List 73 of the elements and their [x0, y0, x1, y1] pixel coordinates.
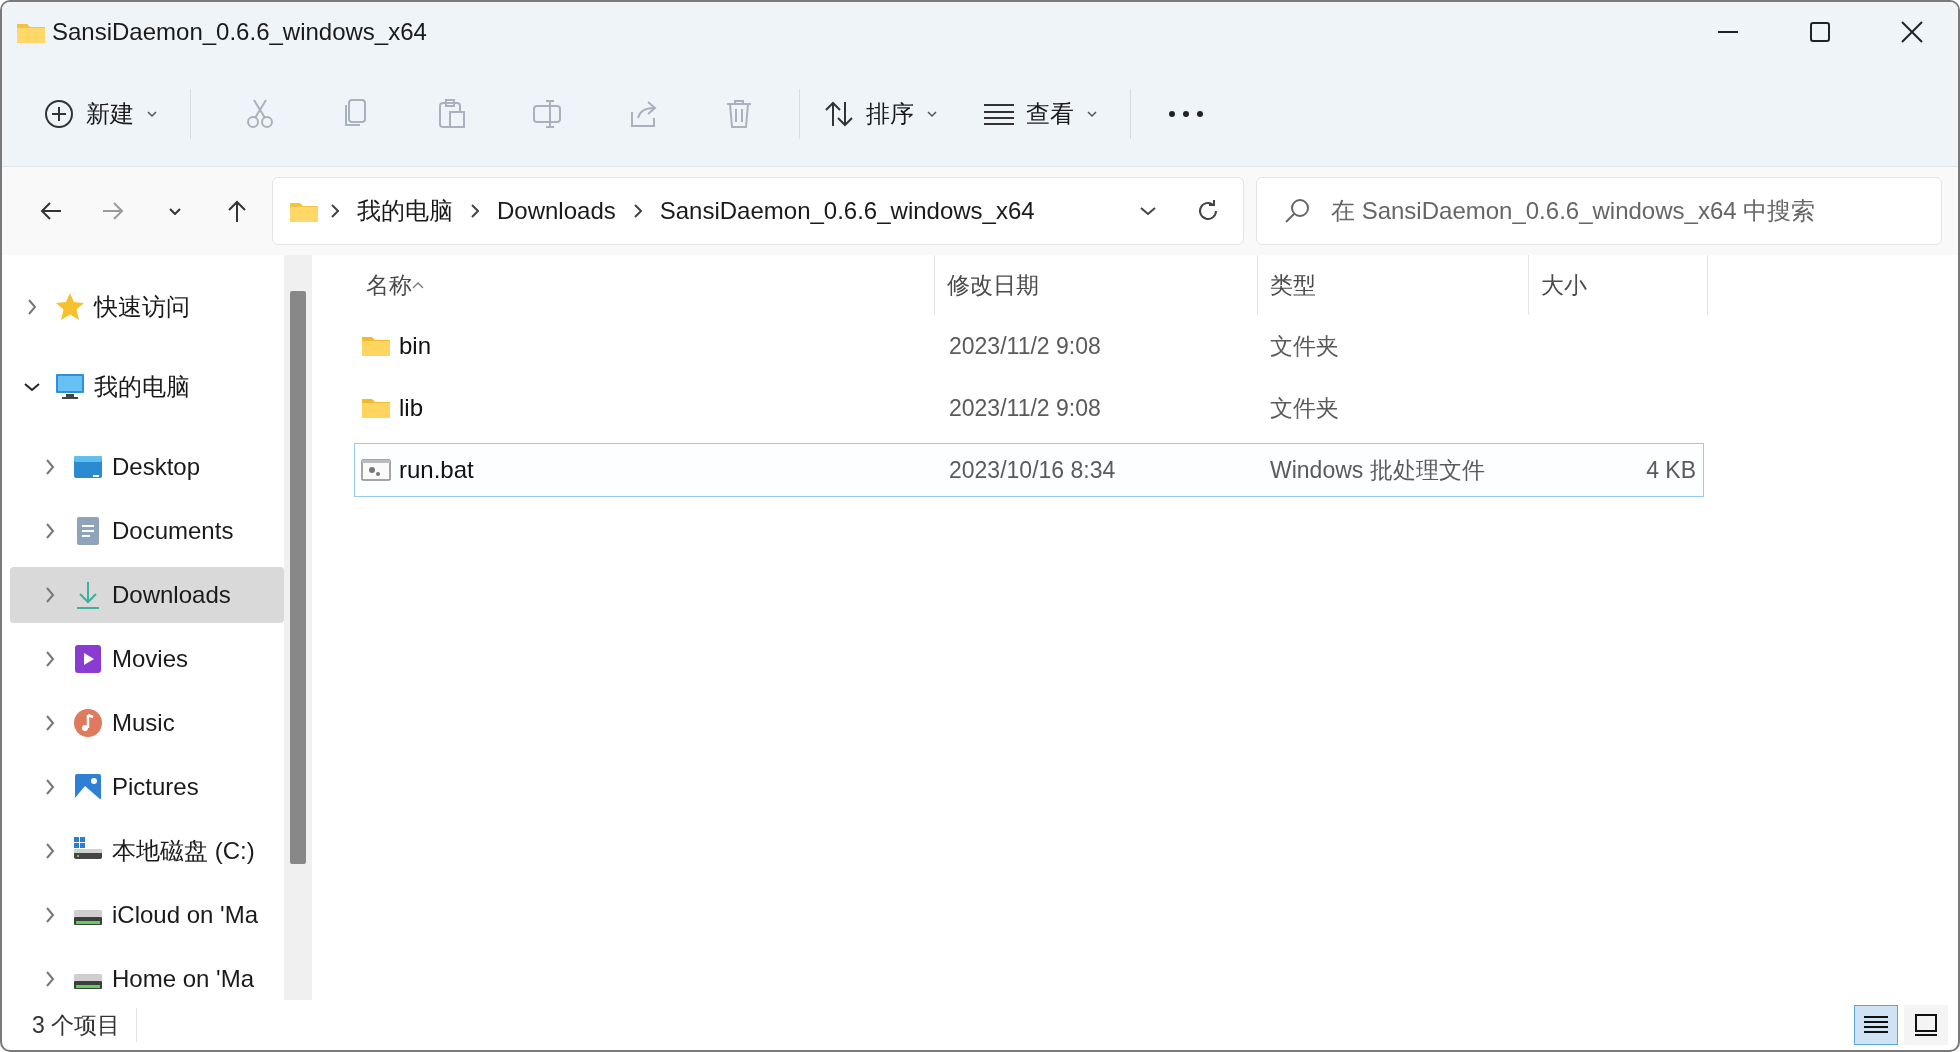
folder-icon	[361, 334, 391, 358]
sort-caret-icon	[412, 281, 424, 289]
address-bar[interactable]: 我的电脑 Downloads SansiDaemon_0.6.6_windows_x64	[272, 177, 1244, 245]
file-row[interactable]: lib 2023/11/2 9:08 文件夹	[354, 381, 1704, 435]
column-header[interactable]: 修改日期	[934, 255, 1257, 315]
view-button[interactable]: 查看	[972, 84, 1110, 144]
details-view-button[interactable]	[1854, 1005, 1898, 1045]
list-lines-icon	[984, 103, 1014, 125]
file-type: 文件夹	[1270, 332, 1339, 359]
tiles-view-button[interactable]	[1904, 1005, 1948, 1045]
sort-arrows-icon	[824, 100, 854, 128]
chevron-right-icon	[471, 204, 479, 218]
caret-icon	[926, 108, 938, 120]
window-title: SansiDaemon_0.6.6_windows_x64	[52, 17, 427, 47]
caret-icon	[146, 108, 158, 120]
sidebar-item[interactable]: iCloud on 'Ma	[10, 887, 284, 943]
sidebar-item[interactable]: 快速访问	[10, 279, 284, 335]
scissors-icon	[244, 98, 274, 130]
modified-date: 2023/11/2 9:08	[949, 394, 1101, 421]
sidebar-item[interactable]: 我的电脑	[10, 359, 284, 415]
search-field[interactable]: 在 SansiDaemon_0.6.6_windows_x64 中搜索	[1256, 177, 1942, 245]
sidebar-item[interactable]: Movies	[10, 631, 284, 687]
folder-icon	[361, 396, 391, 420]
file-type: Windows 批处理文件	[1270, 456, 1485, 483]
list-lines-icon	[1864, 1015, 1888, 1035]
sidebar-item[interactable]: Pictures	[10, 759, 284, 815]
sidebar-item[interactable]: Music	[10, 695, 284, 751]
sidebar-item[interactable]: Desktop	[10, 439, 284, 495]
file-row[interactable]: bin 2023/11/2 9:08 文件夹	[354, 319, 1704, 373]
column-header[interactable]: 大小	[1528, 255, 1707, 315]
rename-icon	[532, 98, 562, 130]
file-name: run.bat	[399, 455, 474, 485]
trash-icon	[724, 98, 754, 130]
refresh-icon	[1196, 199, 1220, 223]
modified-date: 2023/11/2 9:08	[949, 332, 1101, 359]
search-icon	[1284, 198, 1310, 224]
chevron-down-icon	[169, 207, 181, 215]
breadcrumb-item[interactable]: 我的电脑	[351, 193, 459, 229]
sidebar-item[interactable]: Home on 'Ma	[10, 951, 284, 1000]
ellipsis-icon	[1169, 111, 1203, 117]
file-name: lib	[399, 393, 423, 423]
chevron-right-icon	[331, 204, 339, 218]
monitor-icon	[55, 372, 85, 402]
paste-icon	[436, 98, 466, 130]
scrollbar[interactable]	[284, 255, 312, 1000]
file-size: 4 KB	[1646, 456, 1696, 483]
share-icon	[628, 98, 658, 130]
sidebar-item[interactable]: Downloads	[10, 567, 284, 623]
modified-date: 2023/10/16 8:34	[949, 456, 1116, 483]
file-name: bin	[399, 331, 432, 361]
new-button[interactable]: 新建	[32, 84, 170, 144]
minimize-icon	[1718, 31, 1738, 33]
scrollbar-thumb[interactable]	[290, 291, 306, 864]
square-icon	[1914, 1014, 1938, 1036]
sort-button[interactable]: 排序	[812, 84, 950, 144]
sidebar-item[interactable]: Documents	[10, 503, 284, 559]
item-count: 3 个项目	[32, 1007, 138, 1043]
file-row[interactable]: run.bat 2023/10/16 8:34 Windows 批处理文件 4 KB	[354, 443, 1704, 497]
column-header[interactable]: 名称	[354, 255, 934, 315]
star-icon	[55, 292, 85, 322]
maximize-icon	[1810, 22, 1830, 42]
sidebar-item[interactable]: 本地磁盘 (C:)	[10, 823, 284, 879]
close-icon	[1901, 21, 1923, 43]
caret-icon	[1086, 108, 1098, 120]
file-type: 文件夹	[1270, 394, 1339, 421]
column-header[interactable]: 类型	[1257, 255, 1528, 315]
plus-circle-icon	[44, 99, 74, 129]
picture-icon	[73, 772, 103, 802]
breadcrumb-item[interactable]: SansiDaemon_0.6.6_windows_x64	[653, 193, 1041, 229]
chevron-right-icon	[633, 204, 642, 218]
film-icon	[73, 644, 103, 674]
music-note-icon	[73, 708, 103, 738]
breadcrumb-item[interactable]: Downloads	[491, 193, 622, 229]
